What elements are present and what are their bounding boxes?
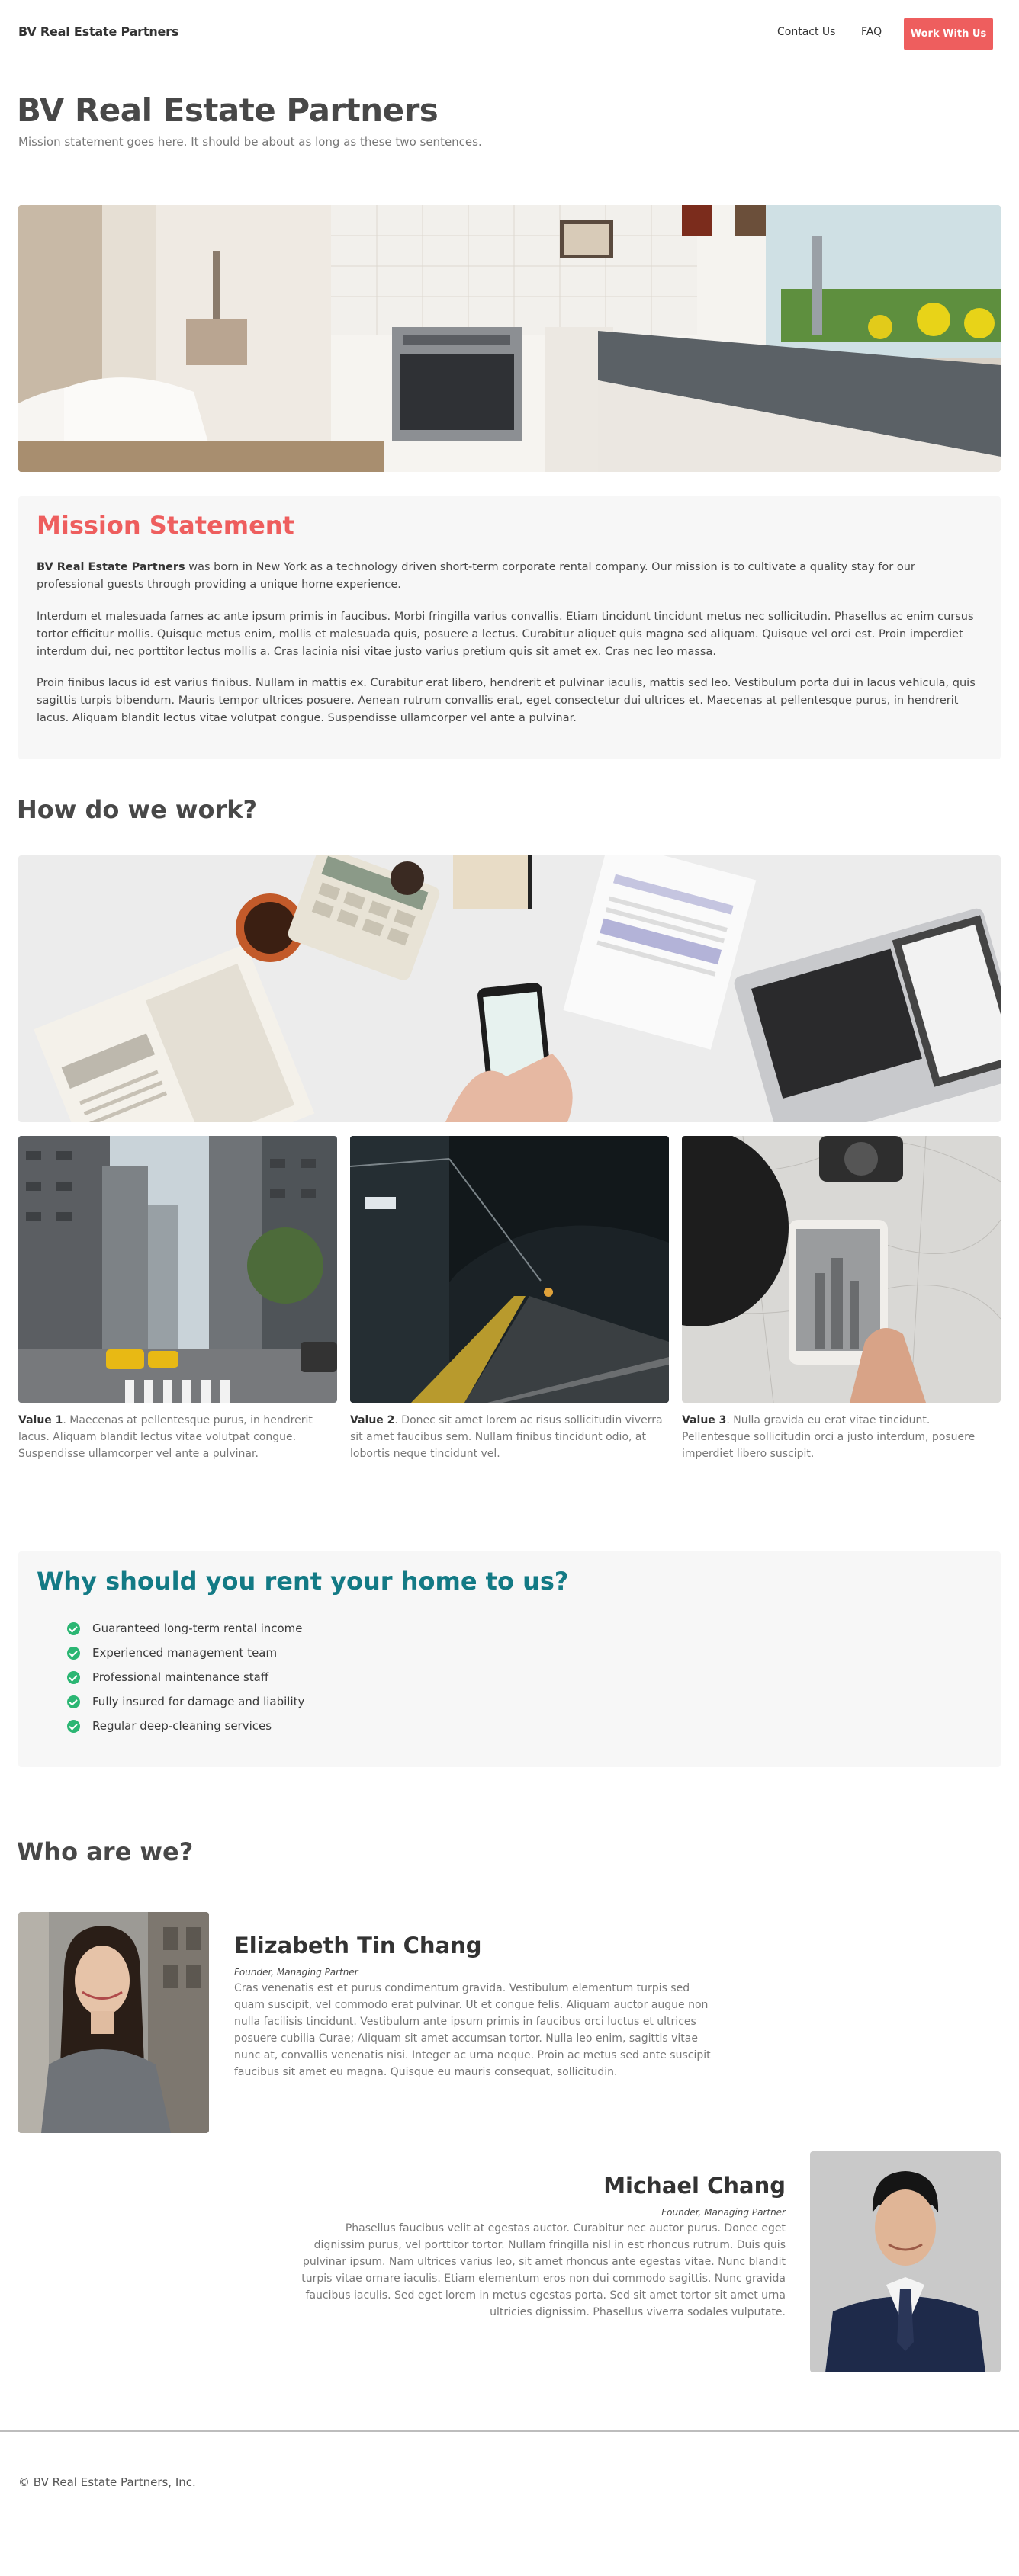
person-role-elizabeth: Founder, Managing Partner (234, 1967, 358, 1978)
value-2-subway-tunnel-image (350, 1136, 669, 1403)
elizabeth-portrait-image (18, 1912, 209, 2133)
kitchen-hero-image (18, 205, 1001, 472)
value-3-map-tablet-image (682, 1136, 1001, 1403)
benefit-item: Regular deep-cleaning services (67, 1714, 304, 1738)
person-name-michael: Michael Chang (603, 2173, 786, 2199)
check-circle-icon (67, 1646, 80, 1660)
desk-overhead-image (18, 855, 1001, 1122)
nav-link-faq[interactable]: FAQ (861, 26, 882, 38)
value-1-label: Value 1 (18, 1414, 63, 1426)
how-we-work-title: How do we work? (17, 795, 258, 824)
brand-logo-text[interactable]: BV Real Estate Partners (18, 24, 178, 39)
benefits-list: Guaranteed long-term rental income Exper… (67, 1616, 304, 1738)
value-1-city-street-image (18, 1136, 337, 1403)
benefit-item: Experienced management team (67, 1641, 304, 1665)
mission-paragraph-1: BV Real Estate Partners was born in New … (37, 559, 982, 594)
why-rent-title: Why should you rent your home to us? (37, 1567, 569, 1596)
value-1-text: . Maecenas at pellentesque purus, in hen… (18, 1414, 313, 1460)
mission-title: Mission Statement (37, 511, 294, 540)
person-role-michael: Founder, Managing Partner (661, 2207, 786, 2218)
page-title: BV Real Estate Partners (17, 91, 439, 129)
nav-link-contact[interactable]: Contact Us (777, 26, 835, 38)
footer-divider (0, 2430, 1019, 2432)
benefit-item: Guaranteed long-term rental income (67, 1616, 304, 1641)
work-with-us-button[interactable]: Work With Us (904, 18, 993, 50)
check-circle-icon (67, 1670, 80, 1684)
person-name-elizabeth: Elizabeth Tin Chang (234, 1933, 482, 1958)
who-are-we-title: Who are we? (17, 1837, 194, 1866)
benefit-label: Regular deep-cleaning services (92, 1719, 272, 1733)
value-3-text: . Nulla gravida eu erat vitae tincidunt.… (682, 1414, 976, 1460)
check-circle-icon (67, 1719, 80, 1733)
benefit-label: Guaranteed long-term rental income (92, 1622, 303, 1635)
check-circle-icon (67, 1622, 80, 1635)
mission-paragraph-2: Interdum et malesuada fames ac ante ipsu… (37, 611, 974, 658)
footer-copyright: © BV Real Estate Partners, Inc. (18, 2475, 196, 2489)
benefit-item: Fully insured for damage and liability (67, 1689, 304, 1714)
benefit-label: Professional maintenance staff (92, 1670, 269, 1684)
value-1-caption: Value 1. Maecenas at pellentesque purus,… (18, 1412, 336, 1462)
michael-portrait-image (810, 2151, 1001, 2372)
mission-paragraph-3: Proin finibus lacus id est varius finibu… (37, 677, 976, 724)
benefit-label: Fully insured for damage and liability (92, 1695, 305, 1708)
value-2-text: . Donec sit amet lorem ac risus sollicit… (350, 1414, 663, 1460)
benefit-item: Professional maintenance staff (67, 1665, 304, 1689)
person-bio-elizabeth: Cras venenatis est et purus condimentum … (234, 1982, 711, 2078)
person-bio-michael: Phasellus faucibus velit at egestas auct… (301, 2222, 786, 2318)
value-2-label: Value 2 (350, 1414, 395, 1426)
page-subtitle: Mission statement goes here. It should b… (18, 135, 482, 149)
check-circle-icon (67, 1695, 80, 1708)
value-3-label: Value 3 (682, 1414, 727, 1426)
mission-brand-name: BV Real Estate Partners (37, 561, 185, 573)
benefit-label: Experienced management team (92, 1646, 278, 1660)
value-2-caption: Value 2. Donec sit amet lorem ac risus s… (350, 1412, 667, 1462)
value-3-caption: Value 3. Nulla gravida eu erat vitae tin… (682, 1412, 999, 1462)
